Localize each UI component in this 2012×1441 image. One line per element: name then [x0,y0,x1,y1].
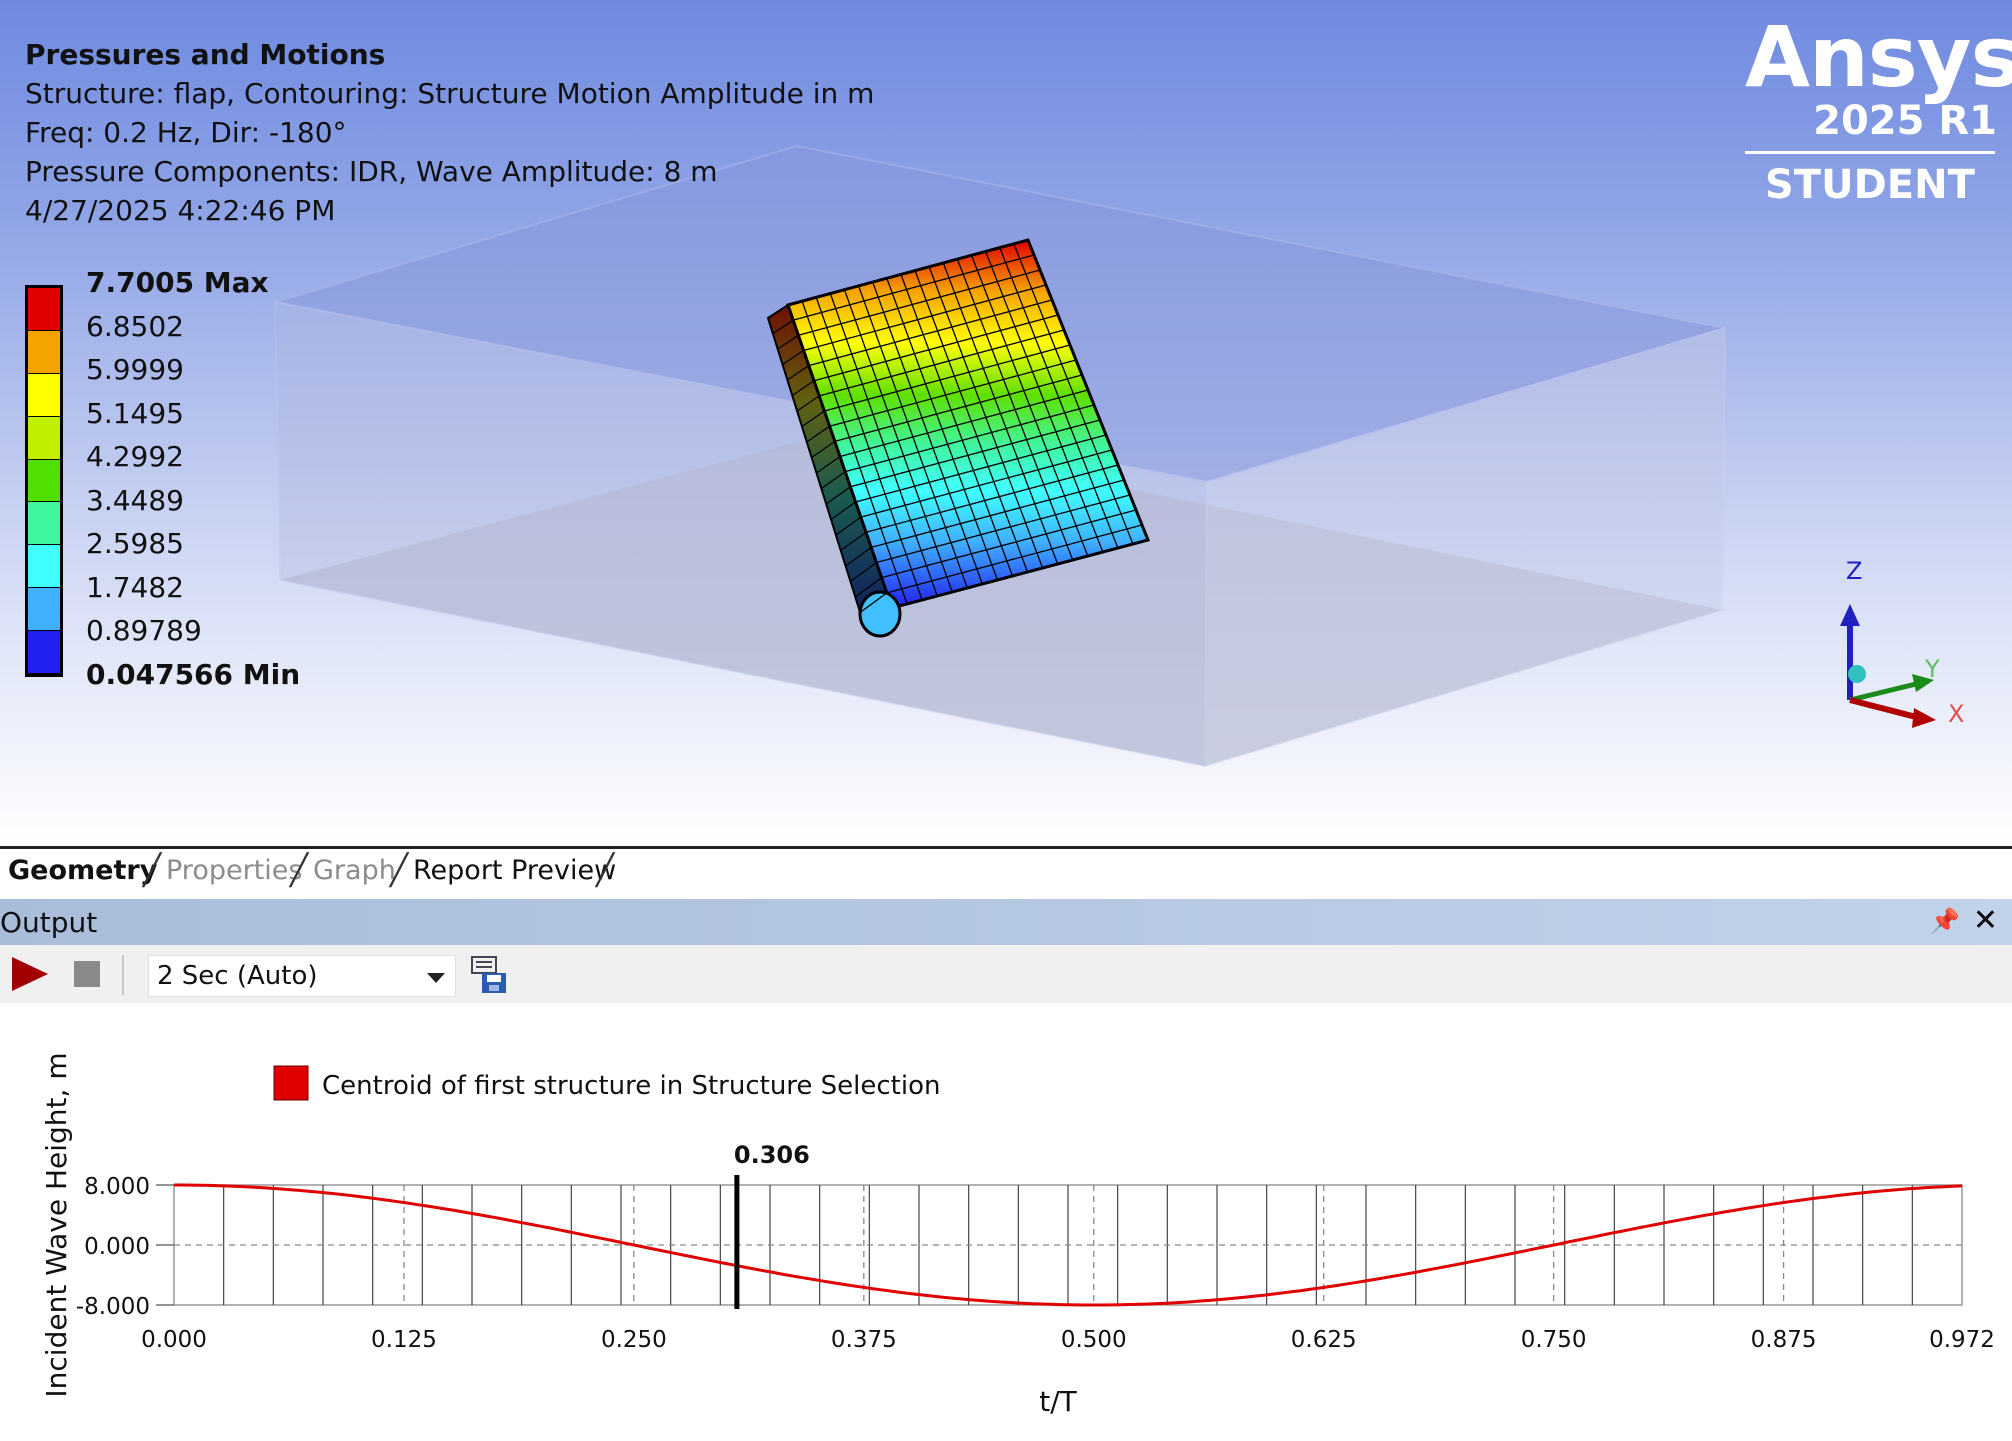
output-toolbar: 2 Sec (Auto) [0,945,2012,1003]
legend-label: 5.9999 [86,353,184,386]
x-axis-label: t/T [1039,1385,1077,1418]
legend-label: 7.7005 Max [86,266,269,299]
pin-icon[interactable]: 📌 [1930,907,1960,935]
legend-label: 1.7482 [86,570,184,604]
tab-separator: ╱ [390,853,409,888]
logo-edition: STUDENT [1765,162,1975,208]
wave-height-chart: 0.306 8.000 0.000 -8.000 0.000 0.125 0.250 0.37… [40,1052,1995,1418]
tab-separator: ╱ [290,853,309,888]
export-icon[interactable] [470,955,510,995]
x-tick-label: 0.972 [1929,1327,1995,1353]
x-tick-label: 0.750 [1521,1327,1587,1353]
chevron-down-icon[interactable] [427,973,445,983]
logo-divider [1745,151,1995,154]
3d-viewport[interactable]: Pressures and Motions Structure: flap, C… [0,0,2012,846]
x-tick-label: 0.000 [141,1327,207,1353]
legend-swatch [273,1065,309,1101]
legend-color-band [28,416,60,460]
tab-properties[interactable]: Properties [166,855,302,886]
output-panel-header: Output 📌 ✕ [0,899,2012,945]
output-panel-title: Output [0,906,98,939]
toolbar-separator [122,955,124,995]
ansys-logo: Ansys [1745,8,2012,106]
legend-label: 4.2992 [86,440,184,473]
tab-separator: ╱ [596,853,615,888]
tab-separator: ╱ [143,853,162,888]
stop-icon[interactable] [74,961,100,987]
x-tick-label: 0.125 [371,1327,437,1353]
result-timestamp: 4/27/2025 4:22:46 PM [25,194,336,227]
x-tick-label: 0.875 [1751,1327,1817,1353]
result-title: Pressures and Motions [25,38,386,71]
result-structure-line: Structure: flap, Contouring: Structure M… [25,77,875,110]
animation-speed-value: 2 Sec (Auto) [157,961,318,991]
legend-entry: Centroid of first structure in Structure… [322,1071,941,1101]
legend-label: 3.4489 [86,483,184,517]
x-tick-label: 0.625 [1291,1327,1357,1353]
legend-label: 0.89789 [86,614,202,647]
legend-color-band [28,502,60,546]
legend-color-band [28,373,60,417]
legend-label: 2.5985 [86,527,184,560]
tab-geometry[interactable]: Geometry [8,855,157,886]
legend-label: 5.1495 [86,396,184,430]
legend-color-band [28,545,60,589]
x-tick-label: 0.500 [1061,1327,1127,1353]
x-tick-label: 0.375 [831,1327,897,1353]
time-marker-label: 0.306 [734,1141,810,1169]
close-icon[interactable]: ✕ [1973,903,1998,938]
tab-graph[interactable]: Graph [313,855,396,886]
axis-z-label: Z [1846,557,1863,585]
legend-label: 6.8502 [86,309,184,343]
logo-version: 2025 R1 [1813,98,1997,144]
y-axis-label: Incident Wave Height, m [40,1052,73,1397]
animation-speed-select[interactable]: 2 Sec (Auto) [148,955,456,997]
x-tick-label: 0.250 [601,1327,667,1353]
axis-y-label: Y [1925,655,1940,683]
y-tick-label: 8.000 [84,1174,150,1200]
legend-label: 0.047566 Min [86,657,301,691]
legend-color-bar [25,285,63,677]
result-freq-line: Freq: 0.2 Hz, Dir: -180° [25,116,347,149]
legend-color-band [28,459,60,503]
tab-report-preview[interactable]: Report Preview [413,855,616,886]
result-pressure-line: Pressure Components: IDR, Wave Amplitude… [25,155,718,188]
legend-color-band [28,330,60,374]
legend-color-band [28,631,60,674]
play-icon[interactable] [12,957,48,991]
axis-x-label: X [1948,700,1965,728]
y-tick-label: -8.000 [76,1294,150,1320]
y-tick-label: 0.000 [84,1234,150,1260]
view-tab-bar: Geometry ╱ Properties ╱ Graph ╱ Report P… [0,846,2012,902]
motion-graph-panel: 0.306 8.000 0.000 -8.000 0.000 0.125 0.250 0.37… [0,1003,2012,1437]
legend-color-band [28,288,60,331]
legend-color-band [28,588,60,632]
